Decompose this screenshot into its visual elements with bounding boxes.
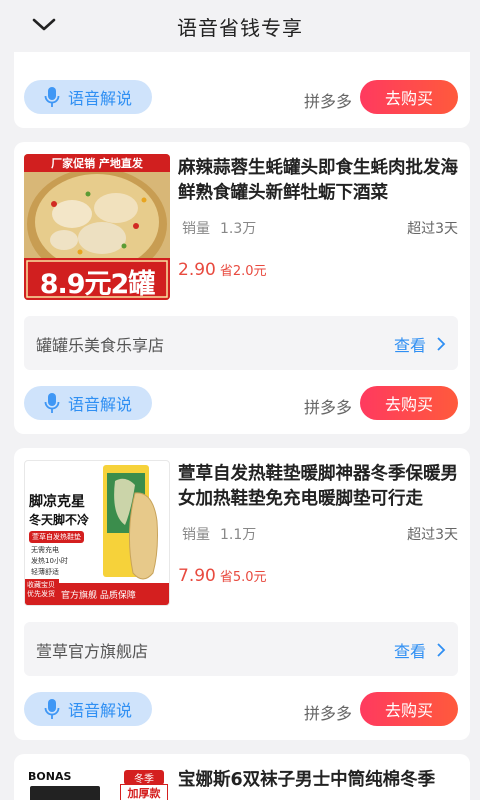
sales-value: 1.1万 [220, 527, 257, 543]
top-bar: 语音省钱专享 [0, 0, 480, 52]
shop-name: 萱草官方旗舰店 [36, 642, 149, 661]
view-shop-link[interactable]: 查看 [394, 638, 446, 662]
microphone-icon [44, 393, 60, 413]
voice-explain-label: 语音解说 [67, 395, 132, 414]
buy-button[interactable]: 去购买 [360, 692, 458, 726]
shop-row[interactable]: 萱草官方旗舰店 查看 [24, 622, 458, 676]
product-title[interactable]: 麻辣蒜蓉生蚝罐头即食生蚝肉批发海鲜熟食罐头新鲜牡蛎下酒菜 [178, 156, 462, 206]
price-value: 2.90 [178, 260, 216, 280]
sales-count: 销量 1.3万 [182, 218, 256, 238]
price: 7.90 省5.0元 [178, 566, 267, 586]
buy-button[interactable]: 去购买 [360, 80, 458, 114]
page-title: 语音省钱专享 [177, 16, 303, 40]
image-tag: 萱草自发热鞋垫 [29, 531, 84, 543]
product-image[interactable]: 脚凉克星 冬天脚不冷 萱草自发热鞋垫 无需充电 发热10小时 轻薄舒适 收藏宝贝… [24, 460, 170, 606]
image-banner: 8.9元2罐 [39, 269, 156, 300]
product-image[interactable]: BONAS 冬季 加厚款 [24, 766, 170, 800]
delivery-time: 超过3天 [407, 221, 458, 237]
chevron-right-icon [437, 643, 446, 657]
product-card: 脚凉克星 冬天脚不冷 萱草自发热鞋垫 无需充电 发热10小时 轻薄舒适 收藏宝贝… [14, 448, 470, 740]
image-tag: 加厚款 [120, 784, 168, 800]
view-label: 查看 [393, 642, 426, 661]
sales-value: 1.3万 [220, 221, 257, 237]
image-bullets: 无需充电 发热10小时 轻薄舒适 [31, 545, 68, 578]
voice-explain-button[interactable]: 语音解说 [24, 692, 152, 726]
image-tag: 冬季 [124, 770, 164, 785]
view-shop-link[interactable]: 查看 [394, 332, 446, 356]
voice-explain-button[interactable]: 语音解说 [24, 386, 152, 420]
image-subheadline: 冬天脚不冷 [29, 513, 90, 527]
product-title[interactable]: 萱草自发热鞋垫暖脚神器冬季保暖男女加热鞋垫免充电暖脚垫可行走 [178, 462, 462, 512]
image-bullet: 发热10小时 [31, 557, 68, 565]
voice-explain-button[interactable]: 语音解说 [24, 80, 152, 114]
platform-label: 拼多多 [303, 398, 352, 417]
product-card: 厂家促销 产地直发 8.9元2罐 麻辣蒜蓉生蚝罐头即食生蚝肉批发海鲜熟食罐头新鲜… [14, 142, 470, 434]
sales-label: 销量 [182, 527, 210, 543]
image-bullet: 无需充电 [31, 546, 59, 554]
chevron-right-icon [437, 337, 446, 351]
product-title[interactable]: 宝娜斯6双袜子男士中筒纯棉冬季 [178, 768, 462, 793]
image-corner: 收藏宝贝 优先发货 [27, 581, 55, 598]
image-footer: 官方旗舰 品质保障 [61, 591, 136, 601]
voice-explain-label: 语音解说 [67, 701, 132, 720]
sales-count: 销量 1.1万 [182, 524, 256, 544]
saving-amount: 省5.0元 [219, 570, 267, 585]
price: 2.90 省2.0元 [178, 260, 267, 280]
image-headline: 脚凉克星 [29, 494, 85, 510]
delivery-time: 超过3天 [407, 527, 458, 543]
image-socks [30, 786, 100, 800]
microphone-icon [44, 87, 60, 107]
platform-label: 拼多多 [303, 704, 352, 723]
image-badge: 厂家促销 产地直发 [51, 157, 143, 170]
buy-button[interactable]: 去购买 [360, 386, 458, 420]
shop-name: 罐罐乐美食乐享店 [36, 336, 165, 355]
microphone-icon [44, 699, 60, 719]
view-label: 查看 [393, 336, 426, 355]
image-brand: BONAS [28, 770, 72, 783]
product-card: BONAS 冬季 加厚款 宝娜斯6双袜子男士中筒纯棉冬季 [14, 754, 470, 800]
product-image[interactable]: 厂家促销 产地直发 8.9元2罐 [24, 154, 170, 300]
shop-row[interactable]: 罐罐乐美食乐享店 查看 [24, 316, 458, 370]
platform-label: 拼多多 [303, 92, 352, 111]
voice-explain-label: 语音解说 [67, 89, 132, 108]
sales-label: 销量 [182, 221, 210, 237]
price-value: 7.90 [178, 566, 216, 586]
image-bullet: 轻薄舒适 [31, 568, 59, 576]
saving-amount: 省2.0元 [219, 264, 267, 279]
